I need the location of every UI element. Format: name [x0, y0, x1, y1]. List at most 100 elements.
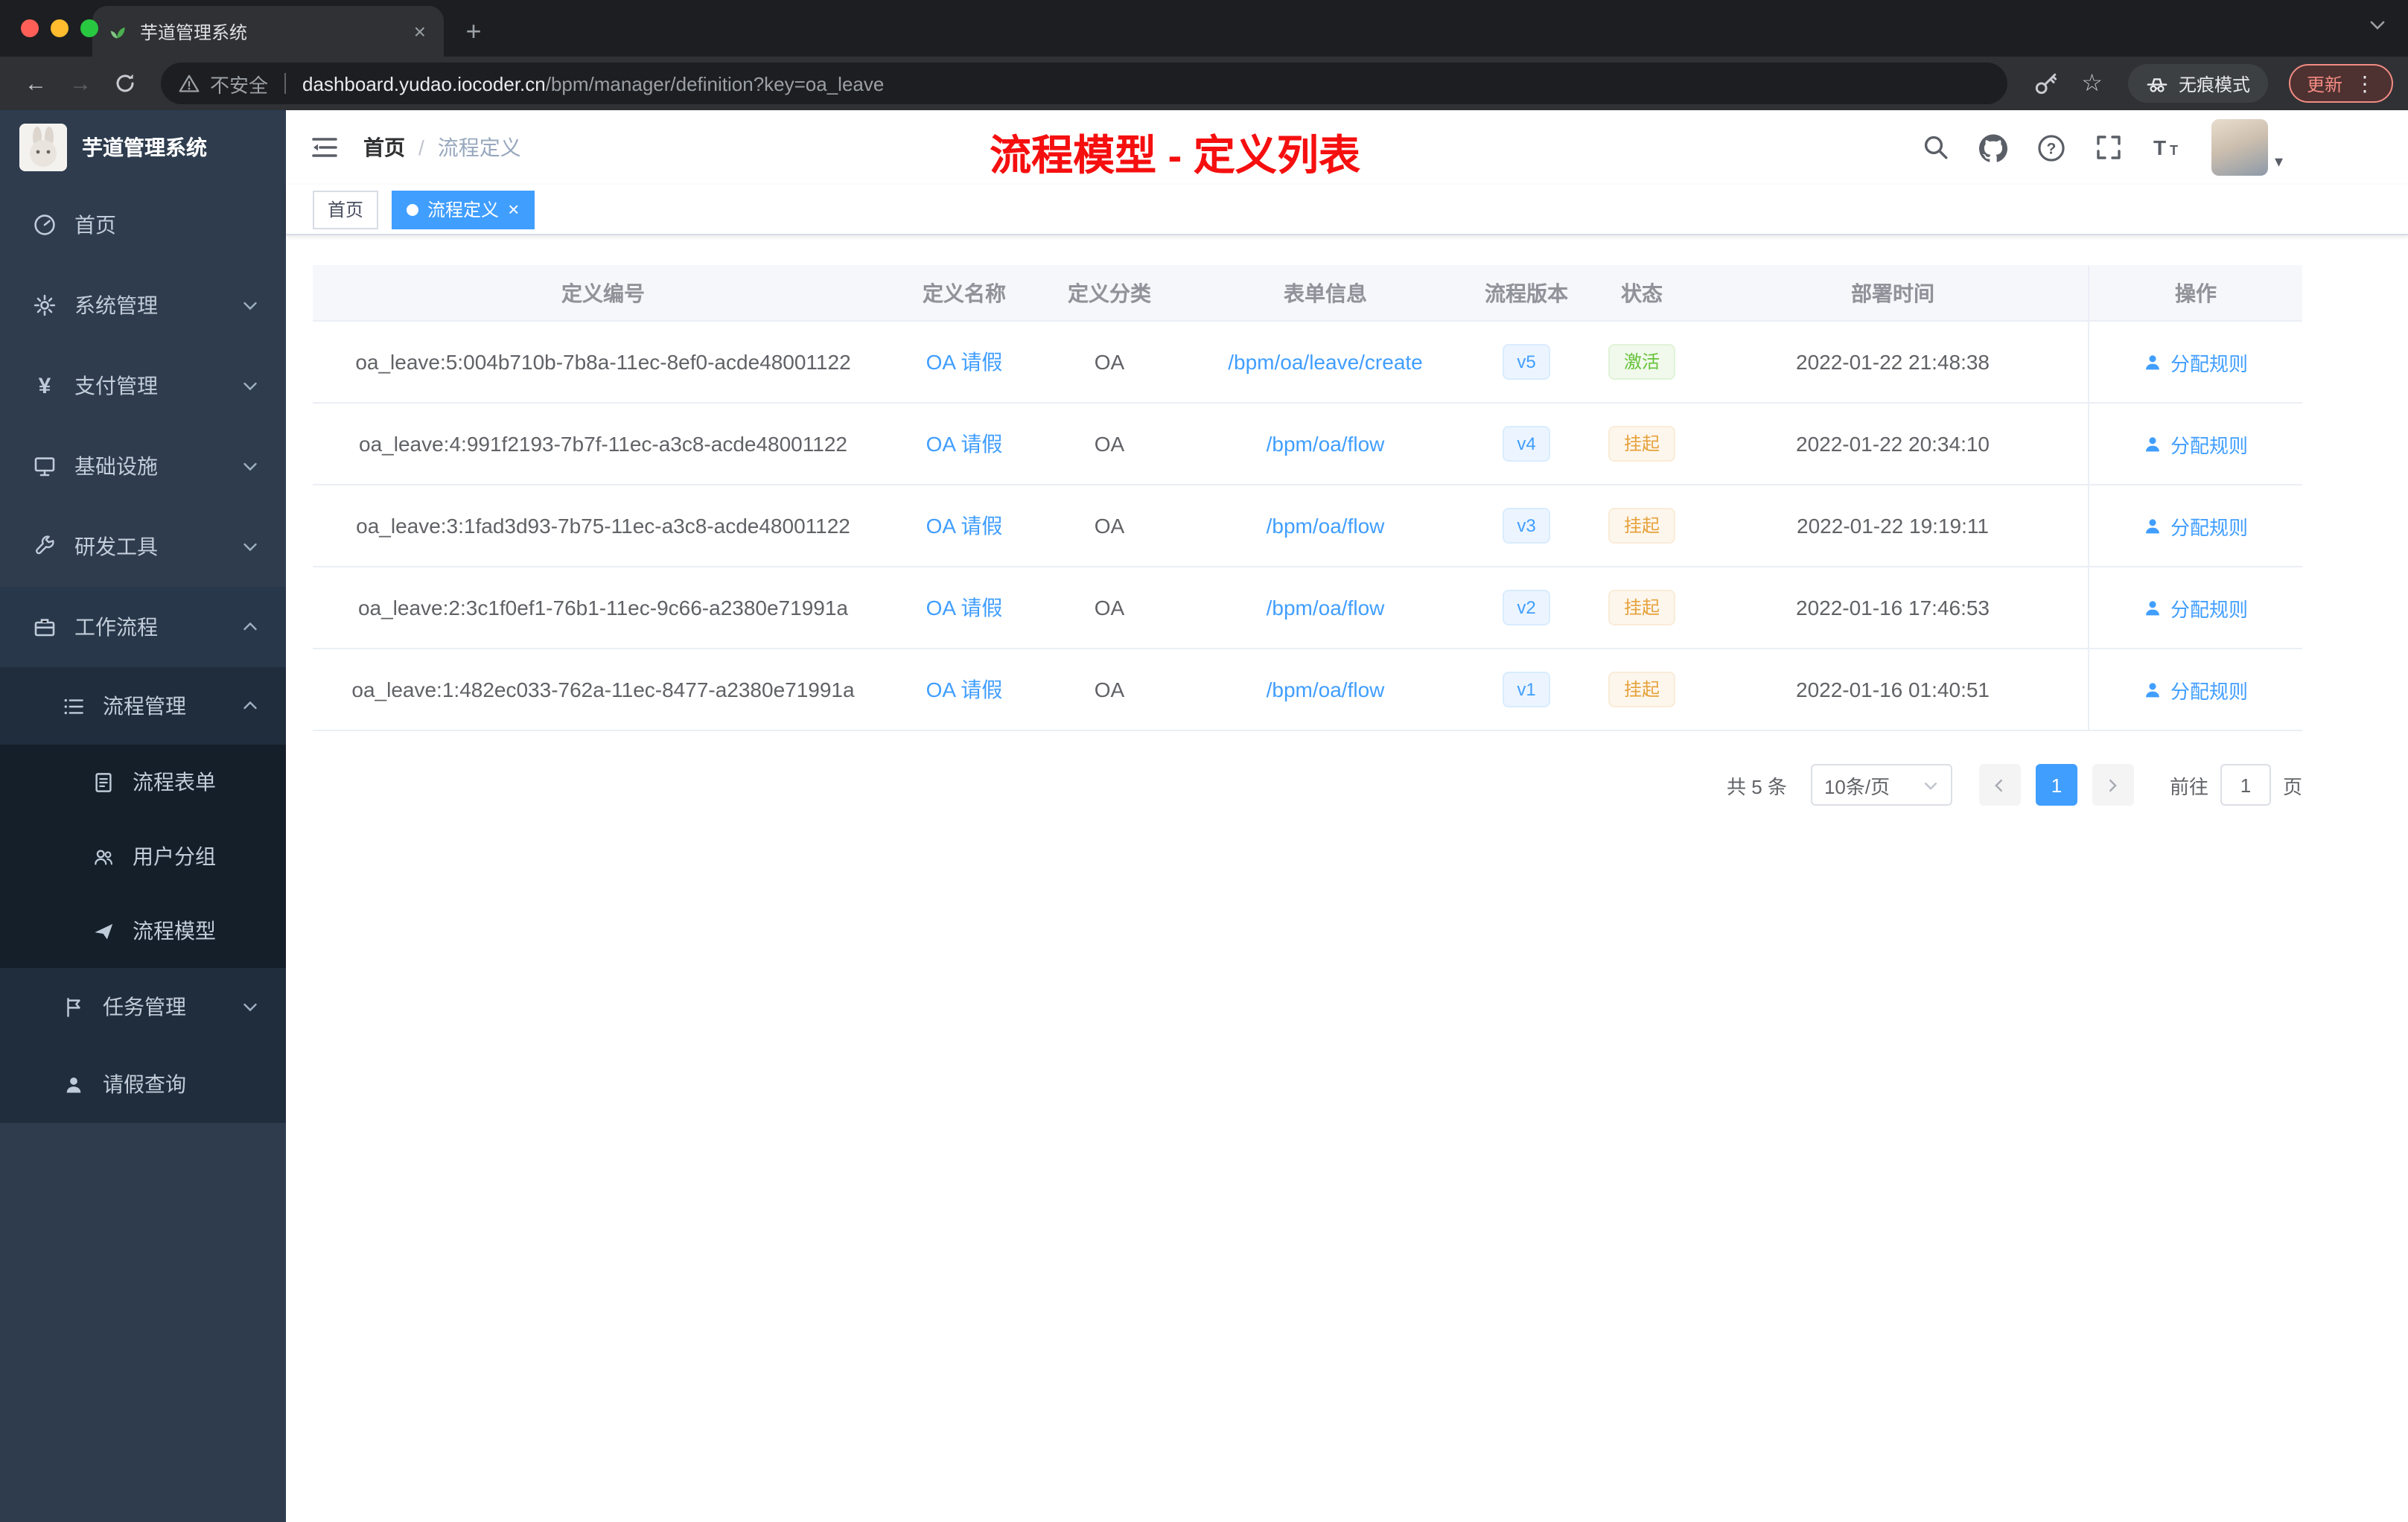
- sidebar-item-user-groups[interactable]: 用户分组: [0, 819, 286, 894]
- tab-title: 芋道管理系统: [140, 22, 248, 42]
- version-tag: v5: [1502, 344, 1551, 380]
- definition-name-link[interactable]: OA 请假: [926, 347, 1003, 377]
- tag-process-definition[interactable]: 流程定义 ×: [392, 190, 535, 229]
- table-row: oa_leave:5:004b710b-7b8a-11ec-8ef0-acde4…: [313, 322, 2302, 404]
- col-definition-id: 定义编号: [561, 281, 645, 305]
- avatar[interactable]: [2211, 119, 2269, 176]
- form-link[interactable]: /bpm/oa/flow: [1267, 432, 1385, 456]
- sidebar-item-task-management[interactable]: 任务管理: [0, 968, 286, 1045]
- assign-rule-link[interactable]: 分配规则: [2144, 593, 2248, 622]
- sidebar-item-system[interactable]: 系统管理: [0, 265, 286, 346]
- assign-rule-link[interactable]: 分配规则: [2144, 675, 2248, 704]
- url-text: dashboard.yudao.iocoder.cn/bpm/manager/d…: [302, 72, 885, 95]
- new-tab-button[interactable]: +: [453, 10, 494, 52]
- form-link[interactable]: /bpm/oa/flow: [1267, 596, 1385, 620]
- tag-home[interactable]: 首页: [313, 190, 379, 229]
- chevron-left-icon: [1995, 778, 2003, 792]
- person-icon: [2147, 436, 2160, 451]
- svg-text:T: T: [2170, 143, 2179, 158]
- sidebar-item-payment[interactable]: ¥ 支付管理: [0, 346, 286, 426]
- sidebar-item-home[interactable]: 首页: [0, 185, 286, 265]
- page-number-active[interactable]: 1: [2035, 764, 2077, 806]
- github-icon[interactable]: [1979, 133, 2008, 162]
- chevron-down-icon: [243, 1003, 257, 1012]
- definition-name-link[interactable]: OA 请假: [926, 675, 1003, 704]
- definition-category: OA: [1094, 350, 1125, 374]
- fullscreen-icon[interactable]: [2096, 134, 2123, 161]
- version-tag: v2: [1502, 590, 1551, 625]
- reload-button[interactable]: [104, 71, 146, 95]
- definition-category: OA: [1094, 514, 1125, 538]
- bookmark-star-icon[interactable]: ☆: [2081, 69, 2103, 98]
- definition-name-link[interactable]: OA 请假: [926, 429, 1003, 459]
- version-tag: v3: [1502, 508, 1551, 544]
- sidebar-item-label: 任务管理: [103, 995, 186, 1019]
- search-icon[interactable]: [1923, 134, 1950, 161]
- status-badge: 激活: [1608, 344, 1675, 380]
- omnibox-divider: [284, 73, 287, 94]
- form-link[interactable]: /bpm/oa/leave/create: [1228, 350, 1423, 374]
- font-size-icon[interactable]: T T: [2153, 134, 2182, 161]
- browser-tab[interactable]: 芋道管理系统 ×: [92, 6, 444, 57]
- assign-rule-link[interactable]: 分配规则: [2144, 430, 2248, 458]
- update-button[interactable]: 更新 ⋮: [2288, 64, 2393, 103]
- assign-rule-link[interactable]: 分配规则: [2144, 512, 2248, 540]
- window-close-button[interactable]: [21, 19, 39, 37]
- back-button[interactable]: ←: [15, 71, 57, 96]
- sidebar-item-leave-query[interactable]: 请假查询: [0, 1045, 286, 1123]
- annotation-title: 流程模型 - 定义列表: [990, 133, 1360, 179]
- prev-page-button[interactable]: [1978, 764, 2021, 806]
- form-link[interactable]: /bpm/oa/flow: [1267, 678, 1385, 701]
- deploy-time: 2022-01-22 20:34:10: [1796, 432, 1990, 456]
- help-icon[interactable]: ?: [2038, 133, 2066, 162]
- active-dot: [407, 203, 419, 215]
- definition-name-link[interactable]: OA 请假: [926, 511, 1003, 541]
- person-icon: [66, 1077, 81, 1092]
- tab-close-icon[interactable]: ×: [411, 19, 429, 43]
- sidebar-item-label: 系统管理: [74, 293, 158, 317]
- person-icon: [2147, 354, 2160, 369]
- screen: 芋道管理系统 × + ← → 不安全 dashboard.yudao.iocod…: [0, 0, 2408, 1522]
- dashboard-icon: [34, 214, 55, 235]
- monitor-icon: [34, 457, 55, 477]
- breadcrumb: 首页 / 流程定义: [363, 133, 521, 162]
- window-minimize-button[interactable]: [51, 19, 69, 37]
- definition-category: OA: [1094, 432, 1125, 456]
- table-row: oa_leave:3:1fad3d93-7b75-11ec-a3c8-acde4…: [313, 485, 2302, 567]
- user-menu[interactable]: ▾: [2211, 119, 2283, 176]
- tag-close-icon[interactable]: ×: [508, 198, 519, 220]
- sidebar-item-process-form[interactable]: 流程表单: [0, 745, 286, 819]
- window-zoom-button[interactable]: [80, 19, 98, 37]
- assign-rule-link[interactable]: 分配规则: [2144, 348, 2248, 376]
- hamburger-icon[interactable]: [310, 133, 340, 162]
- key-icon[interactable]: [2032, 71, 2057, 96]
- incognito-label: 无痕模式: [2178, 74, 2250, 95]
- kebab-menu-icon[interactable]: ⋮: [2354, 71, 2375, 96]
- sidebar-item-dev-tools[interactable]: 研发工具: [0, 506, 286, 587]
- goto-page-input[interactable]: [2220, 764, 2271, 806]
- breadcrumb-current: 流程定义: [437, 136, 521, 159]
- app-navbar: 首页 / 流程定义 流程模型 - 定义列表 ? T T ▾: [286, 110, 2408, 185]
- sidebar-item-label: 流程模型: [133, 919, 216, 943]
- sidebar-item-infrastructure[interactable]: 基础设施: [0, 426, 286, 506]
- page-size-select[interactable]: 10条/页: [1810, 764, 1952, 806]
- tag-label: 流程定义: [427, 200, 500, 220]
- update-label: 更新: [2306, 74, 2342, 95]
- breadcrumb-home[interactable]: 首页: [363, 133, 405, 162]
- pagination: 共 5 条 10条/页 1 前往 页: [313, 764, 2302, 806]
- definition-id: oa_leave:4:991f2193-7b7f-11ec-a3c8-acde4…: [359, 432, 847, 456]
- sidebar-item-workflow[interactable]: 工作流程: [0, 587, 286, 667]
- definition-name-link[interactable]: OA 请假: [926, 593, 1003, 623]
- app-frame: 芋道管理系统 首页 系统管理 ¥ 支付管理 基础设施 研发工具 工作流程 流程管…: [0, 110, 2408, 1522]
- col-deploy-time: 部署时间: [1851, 281, 1934, 305]
- tab-search-chevron-icon[interactable]: [2368, 15, 2387, 34]
- sidebar-item-process-model[interactable]: 流程模型: [0, 894, 286, 968]
- form-link[interactable]: /bpm/oa/flow: [1267, 514, 1385, 538]
- table-row: oa_leave:1:482ec033-762a-11ec-8477-a2380…: [313, 649, 2302, 731]
- address-bar[interactable]: 不安全 dashboard.yudao.iocoder.cn/bpm/manag…: [161, 63, 2007, 104]
- sidebar-item-process-management[interactable]: 流程管理: [0, 667, 286, 745]
- next-page-button[interactable]: [2092, 764, 2134, 806]
- sidebar-logo-row[interactable]: 芋道管理系统: [0, 110, 286, 185]
- tag-label: 首页: [328, 200, 364, 220]
- chevron-down-icon: [243, 462, 257, 471]
